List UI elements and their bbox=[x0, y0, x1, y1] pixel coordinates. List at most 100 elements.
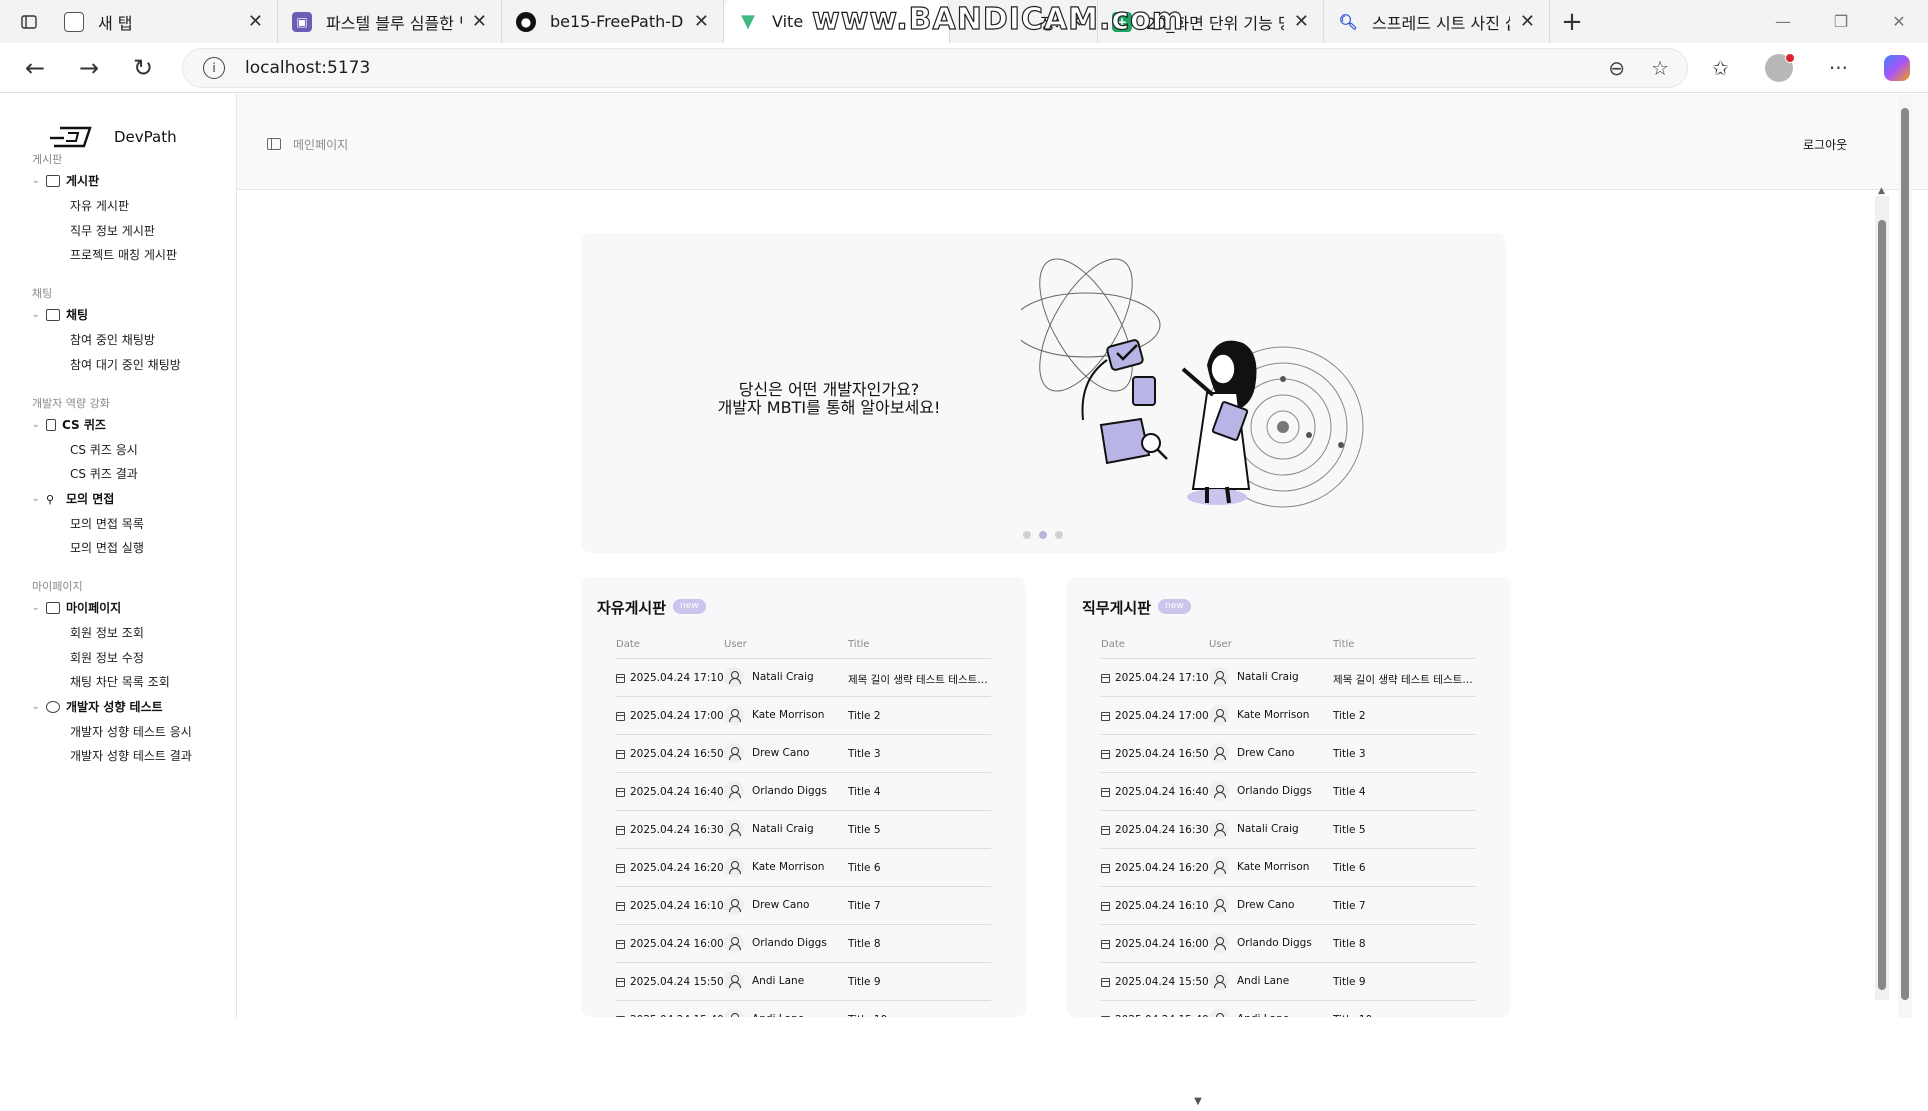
table-row[interactable]: 2025.04.24 16:30 Natali Craig Title 5 bbox=[616, 811, 991, 849]
table-row[interactable]: 2025.04.24 16:20 Kate Morrison Title 6 bbox=[1101, 849, 1476, 887]
logout-button[interactable]: 로그아웃 bbox=[1803, 136, 1847, 153]
table-row[interactable]: 2025.04.24 16:50 Drew Cano Title 3 bbox=[1101, 735, 1476, 773]
sidebar-section-interview[interactable]: ⌄ ⚲ 모의 면접 bbox=[32, 490, 114, 507]
url-bar[interactable]: i localhost:5173 ⊖ ☆ bbox=[182, 48, 1688, 88]
post-title[interactable]: Title 5 bbox=[1333, 824, 1476, 836]
sidebar-item-member-view[interactable]: 회원 정보 조회 bbox=[70, 624, 144, 641]
post-title[interactable]: Title 7 bbox=[1333, 900, 1476, 912]
forward-icon[interactable]: → bbox=[62, 54, 116, 82]
table-row[interactable]: 2025.04.24 17:10 Natali Craig 제목 길이 생략 테스트… bbox=[1101, 659, 1476, 697]
sidebar-item-pending-chats[interactable]: 참여 대기 중인 채팅방 bbox=[70, 356, 181, 373]
scrollbar-thumb[interactable] bbox=[1901, 108, 1909, 1000]
sidebar-item-joined-chats[interactable]: 참여 중인 채팅방 bbox=[70, 331, 155, 348]
post-title[interactable]: Title 10 bbox=[1333, 1014, 1476, 1017]
table-row[interactable]: 2025.04.24 15:50 Andi Lane Title 9 bbox=[616, 963, 991, 1001]
browser-tab[interactable]: 새 탭 ✕ bbox=[50, 0, 278, 43]
sidebar-section-board[interactable]: ⌄ 게시판 bbox=[32, 172, 99, 189]
carousel-dot[interactable] bbox=[1023, 531, 1031, 539]
carousel-dot-active[interactable] bbox=[1039, 531, 1047, 539]
page-scrollbar[interactable] bbox=[1898, 94, 1912, 1018]
browser-tab[interactable]: ▣ 파스텔 블루 심플한 팀 ✕ bbox=[278, 0, 502, 43]
sidebar-toggle-icon[interactable] bbox=[267, 138, 281, 150]
table-row[interactable]: 2025.04.24 16:50 Drew Cano Title 3 bbox=[616, 735, 991, 773]
sidebar-item-free-board[interactable]: 자유 게시판 bbox=[70, 197, 129, 214]
table-row[interactable]: 2025.04.24 16:20 Kate Morrison Title 6 bbox=[616, 849, 991, 887]
table-row[interactable]: 2025.04.24 16:00 Orlando Diggs Title 8 bbox=[1101, 925, 1476, 963]
sidebar-item-interview-list[interactable]: 모의 면접 목록 bbox=[70, 515, 144, 532]
board-title[interactable]: 직무게시판 bbox=[1082, 597, 1151, 618]
tab-actions-icon[interactable] bbox=[8, 0, 50, 43]
post-title[interactable]: Title 5 bbox=[848, 824, 991, 836]
browser-tab[interactable]: 🔍︎ 스프레드 시트 사진 삽 ✕ bbox=[1324, 0, 1550, 43]
refresh-icon[interactable]: ↻ bbox=[116, 54, 170, 82]
post-title[interactable]: Title 6 bbox=[848, 862, 991, 874]
info-icon[interactable]: i bbox=[203, 57, 225, 79]
close-icon[interactable]: ✕ bbox=[248, 11, 263, 32]
scrollbar-thumb[interactable] bbox=[1878, 220, 1886, 990]
sidebar-section-chat[interactable]: ⌄ 채팅 bbox=[32, 306, 88, 323]
post-title[interactable]: Title 2 bbox=[848, 710, 991, 722]
sidebar-item-job-board[interactable]: 직무 정보 게시판 bbox=[70, 222, 155, 239]
post-title[interactable]: 제목 길이 생략 테스트 테스트 테스트 bbox=[1333, 672, 1476, 687]
post-title[interactable]: Title 7 bbox=[848, 900, 991, 912]
post-title[interactable]: Title 3 bbox=[1333, 748, 1476, 760]
sidebar-section-personality-test[interactable]: ⌄ 개발자 성향 테스트 bbox=[32, 698, 163, 715]
table-row[interactable]: 2025.04.24 16:10 Drew Cano Title 7 bbox=[1101, 887, 1476, 925]
scroll-down-icon[interactable]: ▼ bbox=[1189, 1093, 1207, 1111]
sidebar-section-cs-quiz[interactable]: ⌄ CS 퀴즈 bbox=[32, 416, 106, 433]
close-icon[interactable]: ✕ bbox=[472, 11, 487, 32]
table-row[interactable]: 2025.04.24 17:10 Natali Craig 제목 길이 생략 테스트… bbox=[616, 659, 991, 697]
table-row[interactable]: 2025.04.24 17:00 Kate Morrison Title 2 bbox=[1101, 697, 1476, 735]
carousel-dot[interactable] bbox=[1055, 531, 1063, 539]
post-title[interactable]: Title 4 bbox=[848, 786, 991, 798]
table-row[interactable]: 2025.04.24 15:40 Andi Lane Title 10 bbox=[616, 1001, 991, 1017]
post-title[interactable]: 제목 길이 생략 테스트 테스트 테스트 bbox=[848, 672, 991, 687]
close-window-icon[interactable]: ✕ bbox=[1870, 0, 1928, 43]
favorite-star-icon[interactable]: ☆ bbox=[1651, 56, 1669, 80]
minimize-icon[interactable]: — bbox=[1754, 0, 1812, 43]
table-row[interactable]: 2025.04.24 16:40 Orlando Diggs Title 4 bbox=[616, 773, 991, 811]
sidebar-item-personality-test-result[interactable]: 개발자 성향 테스트 결과 bbox=[70, 747, 192, 764]
post-title[interactable]: Title 9 bbox=[1333, 976, 1476, 988]
sidebar-item-cs-quiz-result[interactable]: CS 퀴즈 결과 bbox=[70, 465, 138, 482]
favorites-icon[interactable]: ✩ bbox=[1712, 56, 1729, 80]
scroll-up-arrow-icon[interactable]: ▲ bbox=[1878, 186, 1885, 196]
restore-icon[interactable]: ❐ bbox=[1812, 0, 1870, 43]
close-icon[interactable]: ✕ bbox=[694, 11, 709, 32]
post-title[interactable]: Title 3 bbox=[848, 748, 991, 760]
sidebar-item-chat-block-list[interactable]: 채팅 차단 목록 조회 bbox=[70, 673, 170, 690]
post-title[interactable]: Title 9 bbox=[848, 976, 991, 988]
content-scrollbar[interactable] bbox=[1875, 196, 1889, 1000]
sidebar-item-member-edit[interactable]: 회원 정보 수정 bbox=[70, 649, 144, 666]
board-title[interactable]: 자유게시판 bbox=[597, 597, 666, 618]
copilot-icon[interactable] bbox=[1884, 54, 1910, 81]
profile-avatar[interactable] bbox=[1764, 52, 1795, 82]
table-row[interactable]: 2025.04.24 16:10 Drew Cano Title 7 bbox=[616, 887, 991, 925]
post-title[interactable]: Title 8 bbox=[848, 938, 991, 950]
close-icon[interactable]: ✕ bbox=[1520, 11, 1535, 32]
url-text[interactable]: localhost:5173 bbox=[245, 58, 370, 78]
table-row[interactable]: 2025.04.24 15:40 Andi Lane Title 10 bbox=[1101, 1001, 1476, 1017]
table-row[interactable]: 2025.04.24 16:00 Orlando Diggs Title 8 bbox=[616, 925, 991, 963]
sidebar-item-cs-quiz-take[interactable]: CS 퀴즈 응시 bbox=[70, 441, 138, 458]
more-menu-icon[interactable]: ··· bbox=[1829, 56, 1848, 80]
sidebar-item-interview-run[interactable]: 모의 면접 실행 bbox=[70, 539, 144, 556]
table-row[interactable]: 2025.04.24 16:40 Orlando Diggs Title 4 bbox=[1101, 773, 1476, 811]
table-row[interactable]: 2025.04.24 15:50 Andi Lane Title 9 bbox=[1101, 963, 1476, 1001]
new-tab-button[interactable]: + bbox=[1550, 7, 1594, 37]
browser-tab[interactable]: ● be15-FreePath-DevPat ✕ bbox=[502, 0, 724, 43]
post-title[interactable]: Title 10 bbox=[848, 1014, 991, 1017]
post-title[interactable]: Title 4 bbox=[1333, 786, 1476, 798]
sidebar-item-personality-test-take[interactable]: 개발자 성향 테스트 응시 bbox=[70, 723, 192, 740]
banner-carousel[interactable]: 당신은 어떤 개발자인가요? 개발자 MBTI를 통해 알아보세요! bbox=[581, 233, 1506, 553]
table-row[interactable]: 2025.04.24 16:30 Natali Craig Title 5 bbox=[1101, 811, 1476, 849]
sidebar-item-project-board[interactable]: 프로젝트 매칭 게시판 bbox=[70, 246, 177, 263]
table-row[interactable]: 2025.04.24 17:00 Kate Morrison Title 2 bbox=[616, 697, 991, 735]
close-icon[interactable]: ✕ bbox=[1294, 11, 1309, 32]
zoom-out-icon[interactable]: ⊖ bbox=[1608, 56, 1625, 80]
sidebar-section-mypage[interactable]: ⌄ 마이페이지 bbox=[32, 599, 121, 616]
post-title[interactable]: Title 2 bbox=[1333, 710, 1476, 722]
post-title[interactable]: Title 6 bbox=[1333, 862, 1476, 874]
back-icon[interactable]: ← bbox=[8, 54, 62, 82]
post-title[interactable]: Title 8 bbox=[1333, 938, 1476, 950]
